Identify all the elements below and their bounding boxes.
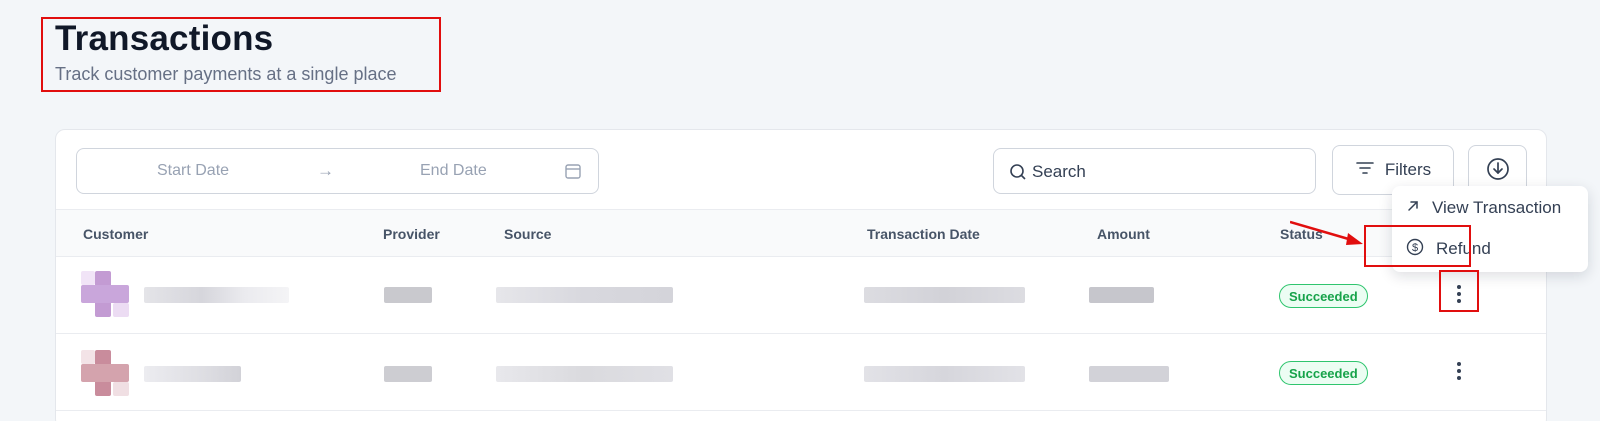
annotation-box-refund [1364,225,1471,267]
annotation-box-header [41,17,441,92]
transactions-card: Start Date → End Date Filters Cust [55,129,1547,421]
transaction-date-redacted [864,287,1025,303]
amount-redacted [1089,366,1169,382]
start-date-placeholder[interactable]: Start Date [157,162,229,180]
menu-item-view-transaction[interactable]: View Transaction [1392,189,1588,227]
download-icon [1486,157,1510,184]
date-range-arrow-icon: → [317,161,334,180]
amount-redacted [1089,287,1154,303]
search-icon [1009,163,1027,186]
customer-name-redacted [144,287,289,303]
column-header-customer[interactable]: Customer [83,226,148,242]
transaction-date-redacted [864,366,1025,382]
menu-item-label: View Transaction [1432,198,1562,217]
provider-redacted [384,366,432,382]
toolbar: Start Date → End Date Filters [56,130,1546,210]
row-actions-kebab-icon[interactable] [1440,350,1478,392]
column-header-provider[interactable]: Provider [383,226,440,242]
source-redacted [496,366,673,382]
calendar-icon[interactable] [564,162,582,185]
filters-label: Filters [1384,160,1432,179]
column-header-amount[interactable]: Amount [1097,226,1150,242]
arrow-up-right-icon [1406,198,1420,218]
date-range-picker[interactable]: Start Date → End Date [76,148,599,194]
provider-redacted [384,287,432,303]
column-header-source[interactable]: Source [504,226,551,242]
status-badge: Succeeded [1279,361,1368,385]
annotation-box-kebab [1439,270,1479,312]
search-input[interactable] [1032,159,1302,185]
table-row[interactable]: Succeeded [56,257,1546,334]
customer-name-redacted [144,366,241,382]
annotation-arrow [1290,220,1363,245]
column-header-transaction-date[interactable]: Transaction Date [867,226,980,242]
source-redacted [496,287,673,303]
customer-avatar [81,271,129,317]
table-row[interactable]: Succeeded [56,334,1546,411]
search-box[interactable] [993,148,1316,194]
status-badge: Succeeded [1279,284,1368,308]
customer-avatar [81,350,129,396]
filter-icon [1355,160,1375,181]
end-date-placeholder[interactable]: End Date [420,162,487,180]
